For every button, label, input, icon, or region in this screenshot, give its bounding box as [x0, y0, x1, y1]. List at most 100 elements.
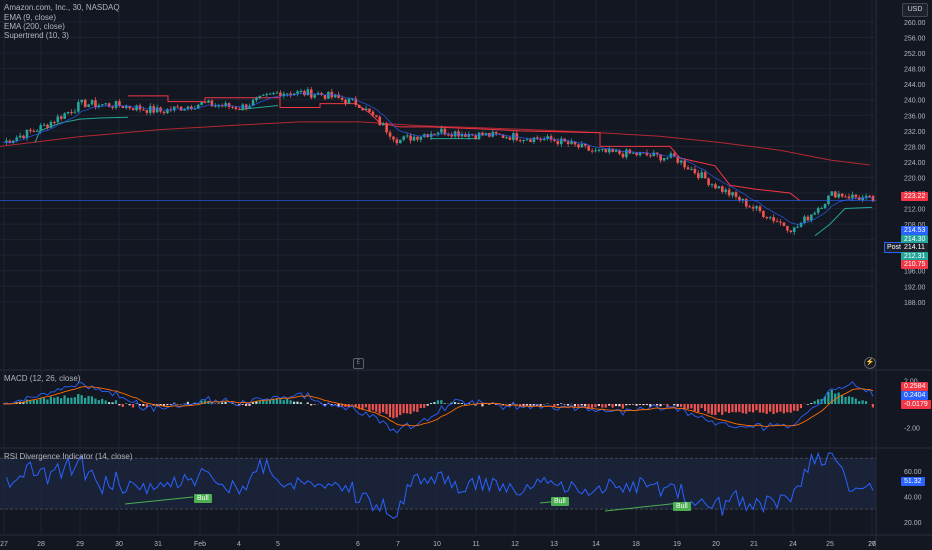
price-badge: 210.75 [901, 259, 929, 269]
price-badge: 223.22 [901, 191, 929, 201]
candle-body [851, 194, 854, 199]
candle-body [77, 102, 80, 112]
rsi-legend[interactable]: RSI Divergence Indicator (14, close) [4, 452, 133, 462]
candle-body [66, 111, 70, 114]
lightning-icon[interactable]: ⚡ [864, 357, 876, 369]
macd-histogram-bar [426, 404, 429, 406]
candle-body [494, 131, 498, 134]
macd-histogram-bar [748, 404, 751, 412]
symbol-legend[interactable]: Amazon.com, Inc., 30, NASDAQ [4, 3, 120, 13]
candle-body [399, 139, 402, 144]
candle-body [868, 195, 871, 197]
time-tick-label: 14 [592, 541, 600, 548]
macd-histogram-bar [858, 401, 861, 404]
macd-histogram-bar [101, 398, 104, 404]
candle-body [625, 149, 628, 158]
rsi-band [0, 458, 876, 510]
macd-histogram-bar [560, 403, 563, 404]
time-tick-label: 29 [76, 541, 84, 548]
candle-body [710, 184, 714, 186]
candle-body [53, 121, 56, 123]
price-badge: 214.11 [901, 242, 928, 252]
macd-histogram-bar [392, 404, 395, 419]
candle-body [101, 104, 104, 106]
price-pane [0, 86, 876, 237]
candle-body [577, 144, 580, 148]
macd-histogram-bar [765, 404, 768, 414]
macd-histogram-bar [731, 404, 734, 413]
macd-histogram-bar [32, 400, 35, 404]
candle-body [49, 121, 53, 128]
macd-histogram-bar [700, 404, 703, 409]
macd-histogram-bar [769, 404, 772, 412]
macd-histogram-bar [265, 400, 268, 404]
macd-histogram-bar [864, 401, 868, 404]
candle-body [94, 100, 97, 107]
macd-histogram-bar [405, 404, 409, 414]
macd-histogram-bar [63, 395, 66, 404]
candle-body [214, 105, 217, 107]
candle-body [532, 137, 536, 142]
macd-histogram-bar [306, 402, 309, 404]
macd-histogram-bar [107, 402, 111, 404]
time-tick-label: 10 [433, 541, 441, 548]
candle-body [775, 221, 779, 223]
e-icon[interactable]: E [353, 358, 364, 369]
candle-body [662, 158, 666, 161]
macd-histogram-bar [381, 404, 385, 413]
macd-histogram-bar [77, 393, 80, 404]
candle-body [32, 130, 36, 132]
macd-histogram-bar [861, 400, 864, 404]
candle-body [409, 135, 412, 141]
candle-body [601, 148, 604, 150]
candle-body [707, 178, 710, 185]
macd-histogram-bar [443, 403, 446, 404]
candle-body [56, 116, 60, 123]
macd-histogram-bar [782, 404, 785, 414]
time-tick-label: 13 [550, 541, 558, 548]
supertrend-legend[interactable]: Supertrend (10, 3) [4, 31, 69, 41]
candle-body [388, 132, 392, 137]
macd-histogram-bar [118, 404, 121, 406]
macd-histogram-bar [131, 404, 135, 408]
candle-body [371, 111, 375, 116]
macd-histogram-bar [786, 404, 789, 413]
candle-body [772, 217, 775, 222]
macd-histogram-bar [679, 404, 683, 407]
candle-body [258, 95, 262, 99]
macd-histogram-bar [289, 400, 292, 404]
candle-body [854, 194, 858, 198]
candle-body [512, 133, 515, 140]
candle-body [306, 89, 310, 96]
candle-body [433, 133, 436, 135]
candle-body [35, 130, 39, 132]
candle-body [796, 226, 799, 228]
macd-histogram-bar [42, 397, 46, 404]
macd-histogram-bar [248, 404, 251, 406]
candle-body [734, 192, 738, 197]
candle-body [231, 106, 234, 108]
candle-body [621, 153, 625, 158]
candle-body [364, 108, 368, 111]
macd-histogram-bar [656, 404, 659, 406]
macd-histogram-bar [409, 404, 412, 414]
macd-histogram-bar [162, 404, 165, 406]
candle-body [402, 136, 406, 140]
rsi-tick-label: 20.00 [904, 520, 922, 527]
candle-body [176, 106, 179, 108]
macd-histogram-bar [635, 404, 638, 406]
candle-body [505, 137, 508, 139]
currency-button[interactable]: USD [902, 3, 928, 17]
time-tick-label: 28 [37, 541, 45, 548]
candle-body [275, 92, 279, 94]
macd-histogram-bar [789, 404, 792, 413]
chart-canvas[interactable]: 260.00 256.00 252.00 248.00 244.00 240.00 236.… [0, 0, 932, 550]
candle-body [207, 100, 210, 103]
macd-histogram-bar [816, 399, 820, 404]
macd-histogram-bar [590, 404, 594, 408]
candle-body [827, 195, 830, 205]
candle-body [635, 152, 638, 156]
macd-legend[interactable]: MACD (12, 26, close) [4, 374, 80, 384]
macd-histogram-bar [584, 404, 587, 407]
macd-histogram-bar [128, 404, 131, 406]
